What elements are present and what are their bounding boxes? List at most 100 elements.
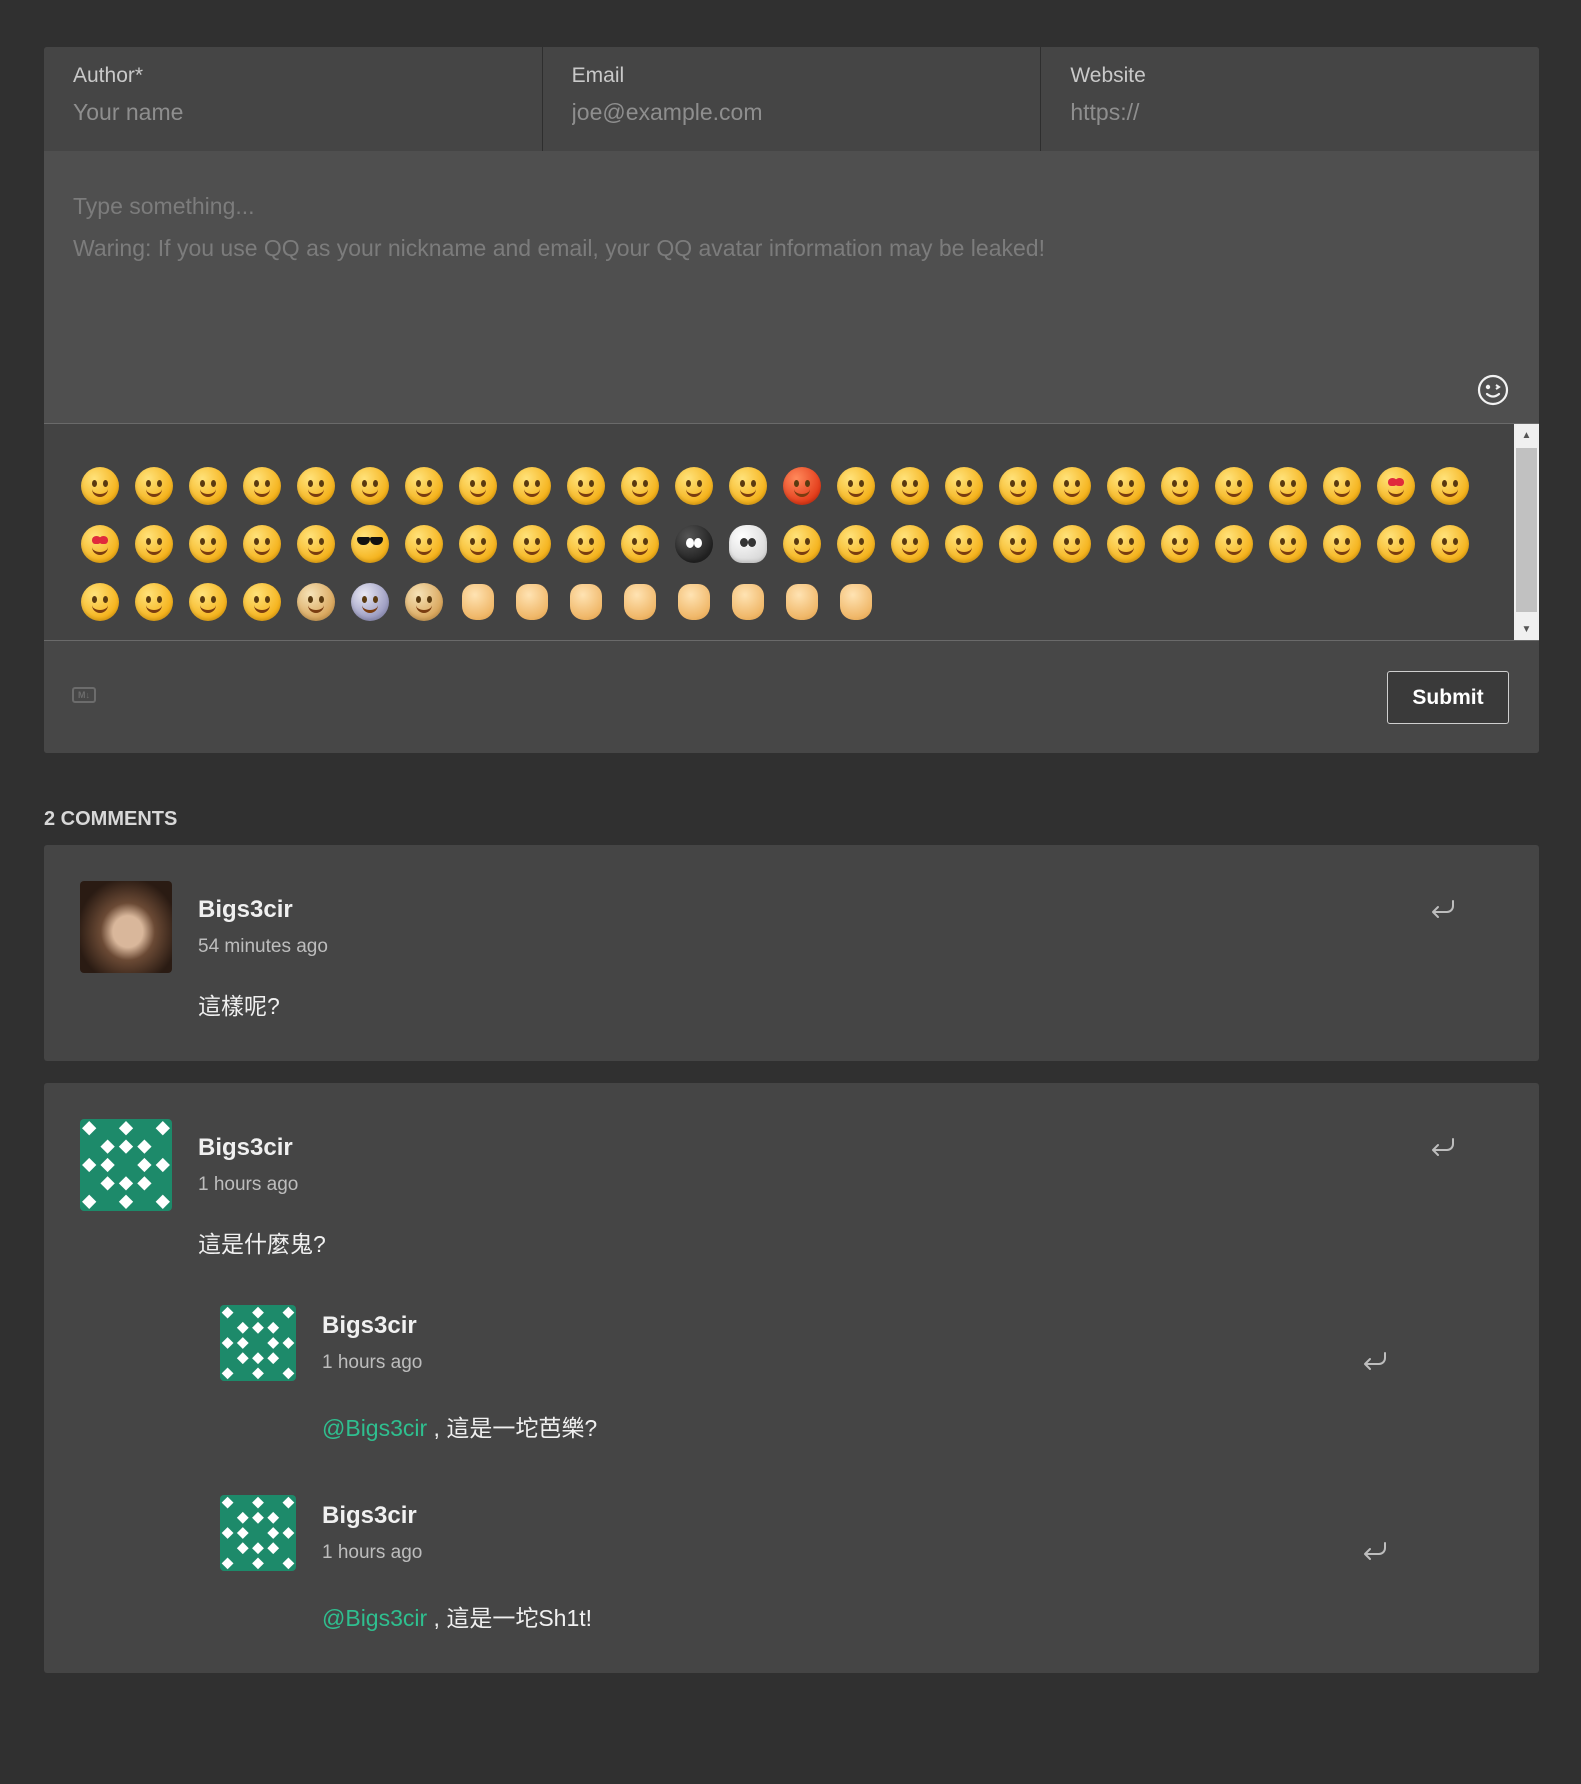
reply-icon[interactable] <box>1361 1539 1387 1561</box>
comment-time: 54 minutes ago <box>198 936 328 957</box>
emoji-option[interactable] <box>834 580 878 624</box>
emoji-option[interactable] <box>402 580 446 624</box>
markdown-icon[interactable]: M↓ <box>72 687 96 703</box>
emoji-option[interactable] <box>564 464 608 508</box>
emoji-option[interactable] <box>348 464 392 508</box>
emoji-option[interactable] <box>132 464 176 508</box>
emoji-option[interactable] <box>294 522 338 566</box>
emoji-option[interactable] <box>1212 464 1256 508</box>
emoji-option[interactable] <box>888 464 932 508</box>
emoji-option[interactable] <box>996 464 1040 508</box>
smiley-face-icon[interactable] <box>1476 373 1510 407</box>
emoji-option[interactable] <box>1428 522 1472 566</box>
emoji-option[interactable] <box>672 580 716 624</box>
emoji-option[interactable] <box>780 464 824 508</box>
reply-icon[interactable] <box>1429 897 1455 919</box>
emoji-option[interactable] <box>672 464 716 508</box>
emoji-option[interactable] <box>78 522 122 566</box>
emoji-option[interactable] <box>510 522 554 566</box>
emoji-option[interactable] <box>186 522 230 566</box>
emoji-option[interactable] <box>1374 522 1418 566</box>
emoji-option[interactable] <box>294 580 338 624</box>
emoji-face-icon <box>1323 467 1361 505</box>
emoji-option[interactable] <box>1320 464 1364 508</box>
emoji-option[interactable] <box>942 522 986 566</box>
emoji-face-icon <box>459 525 497 563</box>
emoji-option[interactable] <box>402 464 446 508</box>
emoji-option[interactable] <box>456 464 500 508</box>
scroll-up-arrow-icon[interactable]: ▲ <box>1514 424 1539 446</box>
emoji-face-icon <box>945 525 983 563</box>
emoji-option[interactable] <box>1266 464 1310 508</box>
author-input[interactable] <box>73 99 513 126</box>
mention-link[interactable]: @Bigs3cir <box>322 1415 427 1441</box>
website-input[interactable] <box>1070 99 1511 126</box>
emoji-option[interactable] <box>780 522 824 566</box>
emoji-option[interactable] <box>132 522 176 566</box>
emoji-option[interactable] <box>618 522 662 566</box>
reply-icon[interactable] <box>1429 1135 1455 1157</box>
emoji-option[interactable] <box>1374 464 1418 508</box>
scroll-thumb[interactable] <box>1516 448 1537 612</box>
scroll-down-arrow-icon[interactable]: ▼ <box>1514 618 1539 640</box>
emoji-face-icon <box>837 525 875 563</box>
emoji-option[interactable] <box>456 580 500 624</box>
emoji-face-icon <box>243 467 281 505</box>
emoji-scrollbar[interactable]: ▲ ▼ <box>1514 424 1539 640</box>
emoji-face-icon <box>297 467 335 505</box>
emoji-face-icon <box>675 467 713 505</box>
emoji-option[interactable] <box>564 522 608 566</box>
submit-button[interactable]: Submit <box>1387 671 1509 724</box>
comment-count: 2 COMMENTS <box>44 808 178 830</box>
emoji-option[interactable] <box>240 464 284 508</box>
emoji-option[interactable] <box>1050 522 1094 566</box>
emoji-option[interactable] <box>1212 522 1256 566</box>
emoji-option[interactable] <box>78 464 122 508</box>
emoji-option[interactable] <box>510 580 554 624</box>
emoji-option[interactable] <box>1266 522 1310 566</box>
emoji-option[interactable] <box>780 580 824 624</box>
emoji-option[interactable] <box>186 464 230 508</box>
emoji-option[interactable] <box>618 580 662 624</box>
identicon-avatar <box>220 1305 296 1381</box>
emoji-option[interactable] <box>132 580 176 624</box>
emoji-option[interactable] <box>240 580 284 624</box>
emoji-option[interactable] <box>348 580 392 624</box>
emoji-face-icon <box>189 525 227 563</box>
emoji-option[interactable] <box>1050 464 1094 508</box>
emoji-option[interactable] <box>1320 522 1364 566</box>
emoji-option[interactable] <box>1158 522 1202 566</box>
emoji-option[interactable] <box>888 522 932 566</box>
emoji-face-icon <box>513 467 551 505</box>
emoji-option[interactable] <box>348 522 392 566</box>
emoji-option[interactable] <box>456 522 500 566</box>
emoji-face-icon <box>351 583 389 621</box>
mention-link[interactable]: @Bigs3cir <box>322 1605 427 1631</box>
emoji-face-icon <box>1161 525 1199 563</box>
emoji-option[interactable] <box>726 522 770 566</box>
emoji-option[interactable] <box>672 522 716 566</box>
emoji-option[interactable] <box>726 580 770 624</box>
form-footer: M↓ Submit <box>44 641 1539 753</box>
emoji-option[interactable] <box>294 464 338 508</box>
emoji-option[interactable] <box>726 464 770 508</box>
emoji-option[interactable] <box>1158 464 1202 508</box>
emoji-option[interactable] <box>942 464 986 508</box>
emoji-option[interactable] <box>1428 464 1472 508</box>
emoji-option[interactable] <box>564 580 608 624</box>
emoji-option[interactable] <box>1104 522 1148 566</box>
comment-textarea[interactable] <box>44 151 1539 423</box>
emoji-option[interactable] <box>186 580 230 624</box>
emoji-face-icon <box>189 467 227 505</box>
emoji-option[interactable] <box>618 464 662 508</box>
emoji-option[interactable] <box>834 464 878 508</box>
emoji-option[interactable] <box>78 580 122 624</box>
email-input[interactable] <box>571 99 1012 126</box>
emoji-option[interactable] <box>402 522 446 566</box>
emoji-option[interactable] <box>510 464 554 508</box>
emoji-option[interactable] <box>834 522 878 566</box>
reply-icon[interactable] <box>1361 1349 1387 1371</box>
emoji-option[interactable] <box>1104 464 1148 508</box>
emoji-option[interactable] <box>240 522 284 566</box>
emoji-option[interactable] <box>996 522 1040 566</box>
